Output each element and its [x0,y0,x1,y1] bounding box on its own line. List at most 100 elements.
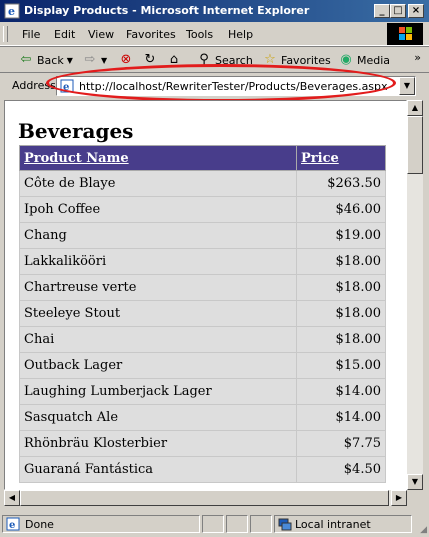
scroll-left-button[interactable]: ◀ [4,490,20,506]
horizontal-scrollbar[interactable]: ◀ ▶ [4,490,407,506]
svg-text:e: e [9,520,15,531]
product-name-cell: Côte de Blaye [19,170,297,197]
product-name-cell: Chai [19,326,297,353]
product-name-cell: Steeleye Stout [19,300,297,327]
product-name-cell: Laughing Lumberjack Lager [19,378,297,405]
search-label: Search [215,53,253,67]
price-cell: $18.00 [296,326,386,353]
address-label: Address [12,79,56,92]
product-name-cell: Outback Lager [19,352,297,379]
horizontal-scroll-thumb[interactable] [20,490,389,506]
windows-logo [387,23,423,45]
table-row: Rhönbräu Klosterbier $7.75 [19,430,386,457]
table-row: Lakkalikööri $18.00 [19,248,386,275]
standard-toolbar: ⇦ Back ▼ ⇨ ▼ ⊗ ↻ ⌂ ⚲ Search ☆ Favorites … [0,46,429,73]
vertical-scrollbar[interactable]: ▲ ▼ [407,100,423,490]
column-header-product-name[interactable]: Product Name [19,145,297,171]
windows-flag-icon [399,27,412,40]
price-cell: $18.00 [296,274,386,301]
table-row: Côte de Blaye $263.50 [19,170,386,197]
table-row: Steeleye Stout $18.00 [19,300,386,327]
address-url: http://localhost/RewriterTester/Products… [79,80,388,93]
price-cell: $15.00 [296,352,386,379]
media-icon: ◉ [340,52,352,67]
search-button[interactable]: ⚲ Search [196,50,253,70]
back-dropdown-icon: ▼ [66,55,73,65]
back-arrow-icon: ⇦ [20,52,32,67]
table-row: Chartreuse verte $18.00 [19,274,386,301]
price-cell: $14.00 [296,404,386,431]
table-row: Guaraná Fantástica $4.50 [19,456,386,483]
menu-help[interactable]: Help [228,28,253,41]
resize-grip[interactable]: ◢ [420,525,427,535]
table-row: Sasquatch Ale $14.00 [19,404,386,431]
favorites-label: Favorites [281,53,331,67]
media-label: Media [357,53,391,67]
stop-icon: ⊗ [120,52,132,67]
zone-label: Local intranet [295,518,371,531]
table-row: Laughing Lumberjack Lager $14.00 [19,378,386,405]
refresh-icon: ↻ [144,52,156,67]
status-bar: e Done Local intranet ◢ [0,512,429,537]
close-button[interactable]: × [408,4,424,18]
toolbar-overflow-icon[interactable]: » [414,51,421,64]
product-name-cell: Guaraná Fantástica [19,456,297,483]
menu-tools[interactable]: Tools [186,28,213,41]
zone-panel: Local intranet [274,515,412,533]
address-bar: Address e http://localhost/RewriterTeste… [0,72,429,99]
table-row: Outback Lager $15.00 [19,352,386,379]
status-text: Done [25,518,54,531]
price-cell: $18.00 [296,248,386,275]
forward-arrow-icon: ⇨ [84,52,96,67]
price-cell: $4.50 [296,456,386,483]
menu-edit[interactable]: Edit [54,28,75,41]
svg-text:e: e [8,5,15,18]
favorites-star-icon: ☆ [264,52,276,67]
favorites-button[interactable]: ☆ Favorites [262,50,331,70]
back-button[interactable]: ⇦ Back ▼ [18,50,73,70]
address-input[interactable]: e http://localhost/RewriterTester/Produc… [56,76,416,96]
table-row: Ipoh Coffee $46.00 [19,196,386,223]
product-name-cell: Sasquatch Ale [19,404,297,431]
page-viewport: Beverages Product Name Price Côte de Bla… [4,100,407,490]
table-row: Chai $18.00 [19,326,386,353]
status-main-panel: e Done [2,515,200,533]
done-page-icon: e [6,517,20,531]
scroll-down-button[interactable]: ▼ [407,474,423,490]
home-icon: ⌂ [169,52,179,67]
product-name-cell: Lakkalikööri [19,248,297,275]
menu-file[interactable]: File [22,28,40,41]
vertical-scroll-thumb[interactable] [407,116,423,174]
price-cell: $7.75 [296,430,386,457]
product-name-cell: Chang [19,222,297,249]
home-button[interactable]: ⌂ [166,50,182,70]
forward-button[interactable]: ⇨ ▼ [82,50,108,70]
product-name-cell: Ipoh Coffee [19,196,297,223]
minimize-button[interactable]: _ [374,4,390,18]
table-header-row: Product Name Price [19,145,386,171]
price-cell: $46.00 [296,196,386,223]
page-title: Beverages [18,119,134,143]
refresh-button[interactable]: ↻ [142,50,158,70]
page-icon: e [60,79,74,93]
status-panel [250,515,272,533]
address-dropdown-button[interactable]: ▼ [399,77,415,95]
price-cell: $14.00 [296,378,386,405]
menu-view[interactable]: View [88,28,114,41]
forward-dropdown-icon: ▼ [101,55,108,65]
stop-button[interactable]: ⊗ [118,50,134,70]
scroll-up-button[interactable]: ▲ [407,100,423,116]
menu-favorites[interactable]: Favorites [126,28,176,41]
scroll-right-button[interactable]: ▶ [391,490,407,506]
maximize-button[interactable]: □ [390,4,406,18]
local-intranet-icon [278,518,292,531]
table-row: Chang $19.00 [19,222,386,249]
menu-bar: File Edit View Favorites Tools Help [0,23,429,46]
ie-logo-icon: e [4,3,20,19]
window-title: Display Products - Microsoft Internet Ex… [24,4,310,17]
back-label: Back [37,53,64,67]
price-cell: $19.00 [296,222,386,249]
column-header-price[interactable]: Price [296,145,386,171]
svg-text:e: e [63,82,69,93]
media-button[interactable]: ◉ Media [338,50,390,70]
